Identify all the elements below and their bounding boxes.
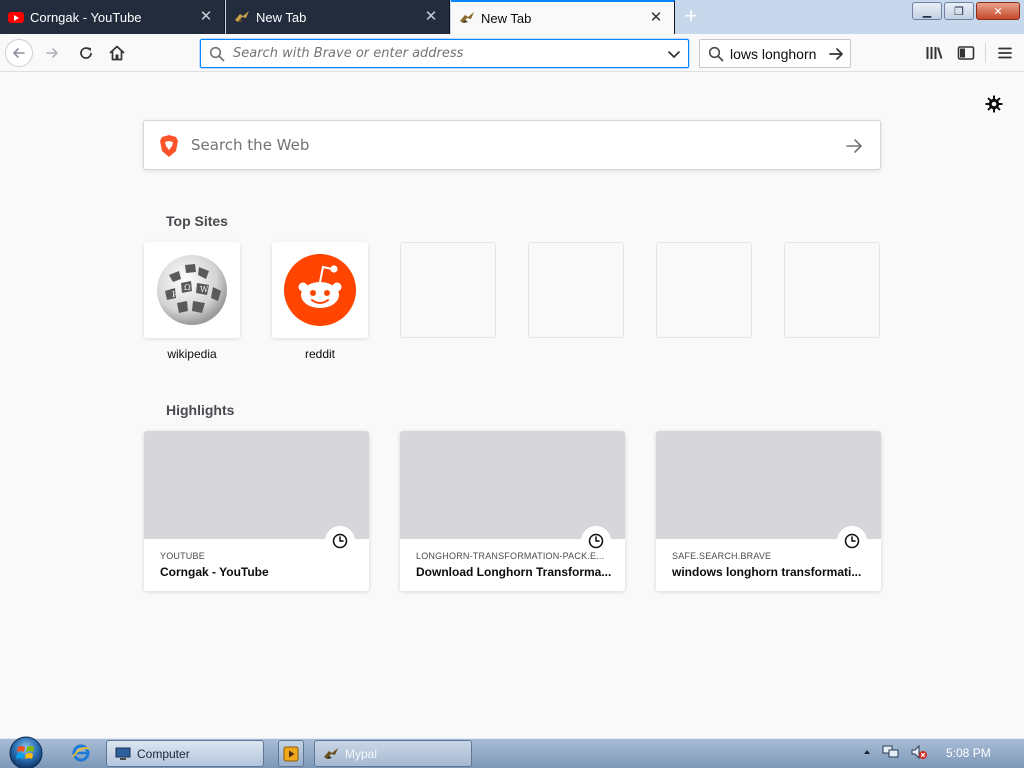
internet-explorer-launcher[interactable]	[70, 742, 92, 764]
minimize-button[interactable]: ▁	[912, 2, 942, 20]
menu-button[interactable]	[994, 42, 1016, 64]
restore-button[interactable]: ❐	[944, 2, 974, 20]
wikipedia-logo-icon: Ω W И	[157, 255, 227, 325]
highlight-title: Corngak - YouTube	[160, 565, 269, 579]
tab-new-tab[interactable]: New Tab ✕	[226, 0, 450, 34]
clock-icon	[332, 533, 348, 549]
taskbar-item-computer[interactable]: Computer	[106, 740, 264, 767]
brave-logo-icon	[160, 135, 178, 157]
top-site-empty-slot[interactable]	[656, 242, 752, 338]
arrow-left-icon	[13, 48, 25, 58]
svg-text:W: W	[200, 285, 209, 294]
home-icon	[109, 45, 125, 61]
taskbar-clock[interactable]: 5:08 PM	[946, 746, 991, 760]
highlight-thumbnail	[144, 431, 369, 539]
highlight-card[interactable]: SAFE.SEARCH.BRAVE windows longhorn trans…	[656, 431, 881, 591]
top-site-empty-slot[interactable]	[400, 242, 496, 338]
tab-new-tab-active[interactable]: New Tab ✕	[451, 0, 675, 34]
mypal-icon	[235, 11, 249, 22]
chevron-up-icon[interactable]	[862, 747, 872, 757]
customize-button[interactable]	[984, 94, 1004, 114]
system-tray	[862, 744, 928, 760]
highlight-card[interactable]: LONGHORN-TRANSFORMATION-PACK.E... Downlo…	[400, 431, 625, 591]
arrow-right-icon	[46, 48, 58, 58]
sidebar-icon	[957, 46, 975, 60]
mypal-icon	[324, 747, 338, 759]
toolbar-separator	[985, 43, 986, 63]
taskbar-item-media-player[interactable]	[278, 740, 304, 767]
web-search-box[interactable]: Search the Web	[143, 120, 881, 170]
top-site-reddit[interactable]	[272, 242, 368, 338]
tab-youtube[interactable]: Corngak - YouTube ✕	[0, 0, 225, 34]
highlight-host: SAFE.SEARCH.BRAVE	[672, 551, 772, 561]
search-bar-value[interactable]: lows longhorn	[730, 46, 816, 62]
top-site-label: reddit	[304, 347, 336, 361]
top-site-empty-slot[interactable]	[784, 242, 880, 338]
clock-icon	[588, 533, 604, 549]
clock-icon	[844, 533, 860, 549]
back-button[interactable]	[5, 39, 33, 67]
search-bar[interactable]: lows longhorn	[699, 39, 851, 68]
highlight-thumbnail	[656, 431, 881, 539]
start-button[interactable]	[7, 736, 45, 768]
close-icon[interactable]: ✕	[198, 9, 214, 25]
highlight-card[interactable]: YOUTUBE Corngak - YouTube	[144, 431, 369, 591]
forward-button[interactable]	[38, 39, 66, 67]
highlights-heading: Highlights	[166, 402, 235, 418]
top-sites-heading: Top Sites	[166, 213, 228, 229]
search-icon	[708, 46, 724, 61]
tab-label: New Tab	[256, 9, 307, 25]
top-site-wikipedia[interactable]: Ω W И	[144, 242, 240, 338]
chevron-down-icon[interactable]	[666, 46, 682, 62]
network-icon[interactable]	[882, 744, 900, 760]
reddit-logo-icon	[284, 254, 356, 326]
highlight-title: windows longhorn transformati...	[672, 565, 862, 579]
reload-button[interactable]	[72, 39, 100, 67]
reload-icon	[80, 47, 92, 59]
close-icon[interactable]: ✕	[648, 10, 664, 26]
top-site-label: wikipedia	[167, 347, 217, 361]
taskbar-item-mypal[interactable]: Mypal	[314, 740, 472, 767]
web-search-input[interactable]: Search the Web	[191, 136, 309, 154]
sidebar-toggle-button[interactable]	[955, 42, 977, 64]
new-tab-button[interactable]: +	[680, 5, 702, 27]
close-window-button[interactable]: ✕	[976, 2, 1020, 20]
internet-explorer-icon	[72, 744, 90, 762]
mypal-icon	[460, 12, 474, 23]
svg-text:И: И	[172, 290, 179, 299]
youtube-icon	[8, 11, 24, 23]
library-icon	[926, 47, 943, 59]
address-input[interactable]	[233, 46, 653, 61]
window-controls: ▁ ❐ ✕	[912, 2, 1020, 20]
highlight-title: Download Longhorn Transforma...	[416, 565, 612, 579]
gear-icon	[985, 95, 1003, 113]
arrow-right-icon[interactable]	[844, 136, 864, 156]
home-button[interactable]	[103, 39, 131, 67]
hamburger-menu-icon	[998, 47, 1012, 59]
library-button[interactable]	[923, 42, 945, 64]
top-site-empty-slot[interactable]	[528, 242, 624, 338]
highlight-host: YOUTUBE	[160, 551, 205, 561]
tab-label: Corngak - YouTube	[30, 9, 142, 25]
tab-label: New Tab	[481, 10, 532, 26]
media-player-icon	[283, 746, 299, 761]
arrow-right-icon[interactable]	[827, 45, 845, 63]
close-icon[interactable]: ✕	[423, 9, 439, 25]
navigation-toolbar: lows longhorn	[0, 34, 1024, 72]
taskbar-item-label: Computer	[137, 746, 190, 761]
address-bar[interactable]	[200, 39, 689, 68]
highlight-host: LONGHORN-TRANSFORMATION-PACK.E...	[416, 551, 605, 561]
highlight-thumbnail	[400, 431, 625, 539]
volume-muted-icon[interactable]	[910, 744, 928, 760]
computer-icon	[115, 747, 131, 760]
search-icon	[209, 46, 225, 61]
svg-text:Ω: Ω	[184, 283, 191, 292]
taskbar-item-label: Mypal	[345, 746, 378, 761]
